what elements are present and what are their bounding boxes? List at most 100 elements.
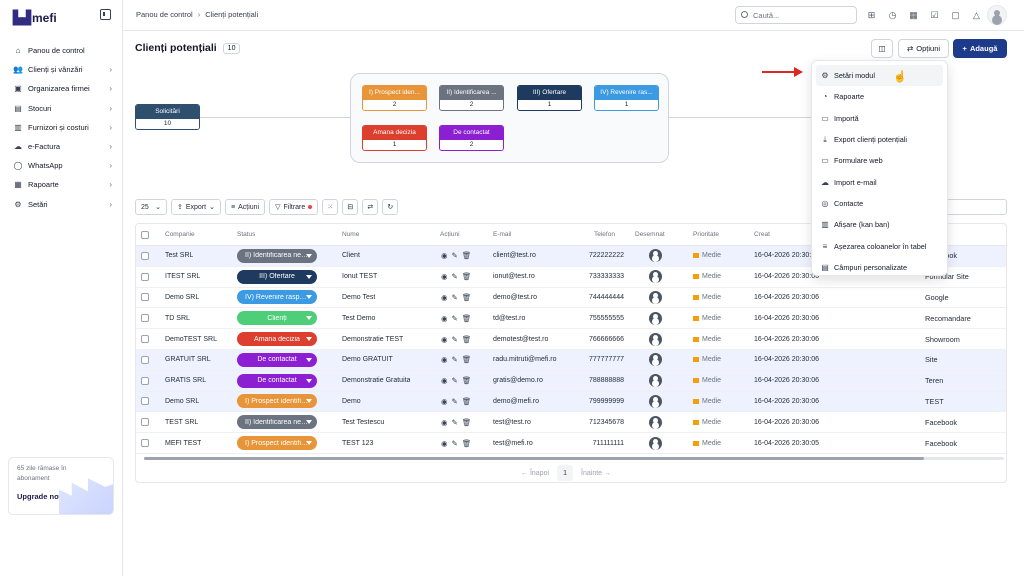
funnel-stage-node[interactable]: De contactat 2 — [439, 125, 504, 151]
col-status[interactable]: Status — [237, 224, 255, 245]
sidebar-item-5[interactable]: ☁ e-Factura › — [8, 137, 115, 156]
col-phone[interactable]: Telefon — [594, 224, 615, 245]
export-button[interactable]: ⇪ Export ⌄ — [171, 199, 221, 215]
edit-icon[interactable]: ✎ — [452, 272, 458, 281]
assignee-avatar[interactable] — [649, 374, 662, 388]
grid-view-button[interactable]: ⁙ — [322, 199, 339, 215]
email-value[interactable]: ionut@test.ro — [493, 273, 535, 280]
company-name[interactable]: TEST SRL — [165, 419, 198, 426]
row-checkbox[interactable] — [141, 251, 149, 260]
menu-item-cloud[interactable]: ☁ Import e-mail — [816, 171, 943, 192]
status-pill[interactable]: De contactat — [237, 373, 317, 388]
edit-icon[interactable]: ✎ — [452, 293, 458, 302]
view-eye-icon[interactable]: ◉ — [441, 293, 448, 302]
status-pill[interactable]: IV) Revenire raspuns — [237, 290, 317, 305]
col-company[interactable]: Companie — [165, 224, 195, 245]
assignee-avatar[interactable] — [649, 353, 662, 367]
email-value[interactable]: demo@mefi.ro — [493, 398, 539, 405]
sidebar-item-1[interactable]: 👥 Clienți și vânzări › — [8, 60, 115, 79]
status-pill[interactable]: De contactat — [237, 352, 317, 367]
company-name[interactable]: GRATUIT SRL — [165, 356, 211, 363]
sidebar-item-0[interactable]: ⌂ Panou de control — [8, 41, 115, 60]
company-name[interactable]: MEFI TEST — [165, 440, 201, 447]
timer-icon[interactable]: ◷ — [886, 9, 899, 22]
delete-icon[interactable]: 🗑 — [462, 314, 472, 323]
assignee-avatar[interactable] — [649, 332, 662, 346]
contact-name[interactable]: Demo — [342, 398, 361, 405]
sidebar-item-8[interactable]: ⚙ Setări › — [8, 195, 115, 214]
status-pill[interactable]: Amana decizia — [237, 332, 317, 347]
filter-button[interactable]: ▽ Filtrare — [269, 199, 319, 215]
view-eye-icon[interactable]: ◉ — [441, 418, 448, 427]
page-1-button[interactable]: 1 — [557, 465, 574, 481]
funnel-stage-node[interactable]: Amana decizia 1 — [362, 125, 427, 151]
tasks-check-icon[interactable]: ☑ — [928, 9, 941, 22]
assignee-avatar[interactable] — [649, 394, 662, 408]
company-name[interactable]: Test SRL — [165, 252, 193, 259]
horizontal-scrollbar[interactable] — [144, 457, 1004, 460]
delete-icon[interactable]: 🗑 — [462, 439, 472, 448]
contact-name[interactable]: TEST 123 — [342, 440, 373, 447]
table-row[interactable]: MEFI TEST I) Prospect identificat TEST 123… — [136, 433, 1006, 454]
contact-name[interactable]: Client — [342, 252, 360, 259]
user-avatar[interactable] — [987, 5, 1007, 25]
menu-item-chart[interactable]: ◔ Rapoarte — [816, 86, 943, 107]
col-created[interactable]: Creat — [754, 224, 770, 245]
next-page-button[interactable]: Înainte → — [581, 470, 611, 477]
status-pill[interactable]: II) Identificarea nevoii — [237, 248, 317, 263]
menu-item-columns[interactable]: ≡ Așezarea coloanelor în tabel — [816, 235, 943, 256]
add-box-icon[interactable]: ⊞ — [865, 9, 878, 22]
table-row[interactable]: GRATUIT SRL De contactat Demo GRATUIT ◉ ✎ 🗑 ra… — [136, 350, 1006, 371]
email-value[interactable]: radu.mitruti@mefi.ro — [493, 356, 557, 363]
funnel-source-node[interactable]: Solicitări 10 — [135, 104, 200, 130]
bell-icon[interactable]: △ — [970, 9, 983, 22]
delete-icon[interactable]: 🗑 — [462, 251, 472, 260]
add-button[interactable]: + Adaugă — [953, 39, 1007, 58]
mefi-logo[interactable]: ▙▟ mefi — [13, 10, 57, 26]
edit-icon[interactable]: ✎ — [452, 376, 458, 385]
company-name[interactable]: Demo SRL — [165, 294, 199, 301]
sidebar-item-4[interactable]: ▥ Furnizori și costuri › — [8, 118, 115, 137]
edit-icon[interactable]: ✎ — [452, 397, 458, 406]
row-checkbox[interactable] — [141, 272, 149, 281]
view-eye-icon[interactable]: ◉ — [441, 335, 448, 344]
delete-icon[interactable]: 🗑 — [462, 293, 472, 302]
company-name[interactable]: Demo SRL — [165, 398, 199, 405]
assignee-avatar[interactable] — [649, 290, 662, 304]
options-button[interactable]: ⇄ Opțiuni — [898, 39, 949, 58]
sidebar-item-2[interactable]: ▣ Organizarea firmei › — [8, 79, 115, 98]
row-checkbox[interactable] — [141, 397, 149, 406]
edit-icon[interactable]: ✎ — [452, 335, 458, 344]
delete-icon[interactable]: 🗑 — [462, 397, 472, 406]
row-checkbox[interactable] — [141, 293, 149, 302]
table-row[interactable]: GRATIS SRL De contactat Demonstratie Gratu… — [136, 370, 1006, 392]
email-value[interactable]: gratis@demo.ro — [493, 377, 543, 384]
search-input[interactable]: Caută... — [735, 6, 857, 24]
scrollbar-thumb[interactable] — [144, 457, 924, 460]
table-search-input[interactable] — [942, 199, 1007, 215]
table-row[interactable]: TD SRL Clienți Test Demo ◉ ✎ 🗑 td@test.ro 75555… — [136, 308, 1006, 330]
delete-icon[interactable]: 🗑 — [462, 335, 472, 344]
funnel-stage-node[interactable]: IV) Revenire ras... 1 — [594, 85, 659, 111]
col-assigned[interactable]: Desemnat — [635, 224, 665, 245]
assignee-avatar[interactable] — [649, 436, 662, 450]
delete-icon[interactable]: 🗑 — [462, 272, 472, 281]
row-checkbox[interactable] — [141, 439, 149, 448]
col-priority[interactable]: Prioritate — [693, 224, 719, 245]
collapse-sidebar-icon[interactable] — [100, 9, 111, 20]
view-eye-icon[interactable]: ◉ — [441, 439, 448, 448]
contact-name[interactable]: Test Testescu — [342, 419, 384, 426]
contact-name[interactable]: Demonstratie TEST — [342, 336, 403, 343]
company-name[interactable]: DemoTEST SRL — [165, 336, 217, 343]
edit-icon[interactable]: ✎ — [452, 439, 458, 448]
status-pill[interactable]: Clienți — [237, 311, 317, 326]
refresh-button[interactable]: ↻ — [382, 199, 399, 215]
row-checkbox[interactable] — [141, 418, 149, 427]
contact-name[interactable]: Demo GRATUIT — [342, 356, 393, 363]
menu-item-contacts[interactable]: ◎ Contacte — [816, 193, 943, 214]
view-eye-icon[interactable]: ◉ — [441, 251, 448, 260]
menu-item-gear[interactable]: ⚙ Setări modul — [816, 65, 943, 87]
page-size-select[interactable]: 25 ⌄ — [135, 199, 167, 215]
menu-item-kanban[interactable]: ▥ Afișare (kan ban) — [816, 214, 943, 235]
select-all-checkbox[interactable] — [141, 224, 149, 245]
